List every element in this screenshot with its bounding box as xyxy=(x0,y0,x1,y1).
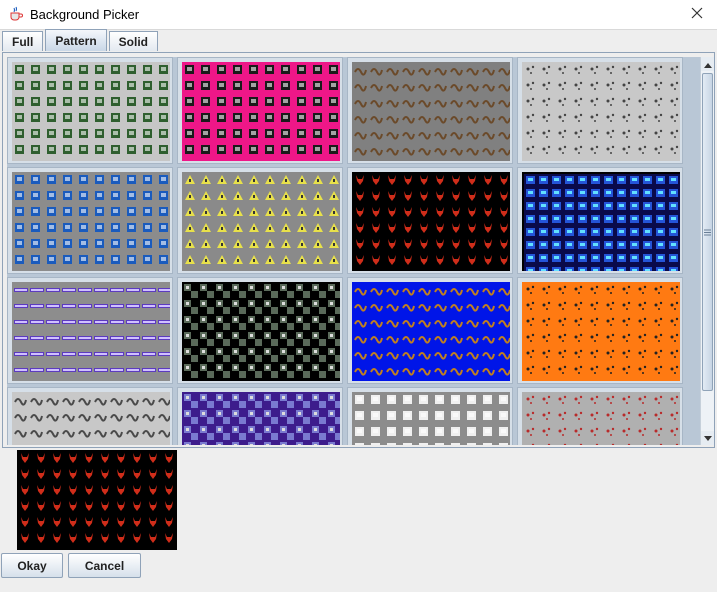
pattern-cell-green-check-tile[interactable] xyxy=(177,277,343,384)
pattern-swatch xyxy=(12,392,170,445)
cancel-button[interactable]: Cancel xyxy=(68,553,141,578)
pattern-swatch xyxy=(522,282,680,381)
pattern-swatch xyxy=(352,282,510,381)
vertical-scrollbar[interactable] xyxy=(700,57,714,445)
pattern-swatch xyxy=(12,282,170,381)
close-icon xyxy=(691,6,703,24)
title-bar: Background Picker xyxy=(0,0,717,30)
arrow-up-icon xyxy=(703,55,712,73)
pattern-cell-blue-square-tile[interactable] xyxy=(517,167,683,274)
pattern-swatch xyxy=(182,62,340,161)
pattern-swatch xyxy=(182,172,340,271)
okay-button[interactable]: Okay xyxy=(1,553,63,578)
tab-full[interactable]: Full xyxy=(2,31,44,51)
pattern-cell-yellow-triangle-tile[interactable] xyxy=(177,167,343,274)
pattern-cell-red-devil-tile[interactable] xyxy=(347,167,513,274)
pattern-cell-gray-dots-tile[interactable] xyxy=(517,57,683,164)
pattern-swatch xyxy=(12,62,170,161)
pattern-cell-blue-computer-tile[interactable] xyxy=(7,167,173,274)
preview-swatch xyxy=(17,450,177,550)
pattern-cell-purple-bar-tile[interactable] xyxy=(7,277,173,384)
pattern-cell-purple-weave-tile[interactable] xyxy=(177,387,343,445)
pattern-swatch xyxy=(352,172,510,271)
pattern-cell-magenta-mask-tile[interactable] xyxy=(177,57,343,164)
pattern-cell-red-dot-tile[interactable] xyxy=(517,387,683,445)
pattern-swatch xyxy=(182,392,340,445)
tab-solid[interactable]: Solid xyxy=(108,31,159,51)
window-title: Background Picker xyxy=(30,7,140,22)
scroll-up-button[interactable] xyxy=(701,57,714,71)
pattern-cell-green-box-tile[interactable] xyxy=(7,57,173,164)
pattern-swatch xyxy=(182,282,340,381)
pattern-scroll-area xyxy=(7,57,703,445)
pattern-swatch xyxy=(352,62,510,161)
pattern-swatch xyxy=(522,62,680,161)
arrow-down-icon xyxy=(703,429,712,447)
pattern-swatch xyxy=(12,172,170,271)
pattern-cell-orange-eye-tile[interactable] xyxy=(517,277,683,384)
pattern-swatch xyxy=(352,392,510,445)
pattern-panel xyxy=(2,52,715,448)
tab-pattern[interactable]: Pattern xyxy=(45,29,107,51)
pattern-cell-blue-bug-tile[interactable] xyxy=(347,277,513,384)
selected-pattern-preview xyxy=(17,450,177,550)
pattern-cell-gray-bird-tile[interactable] xyxy=(7,387,173,445)
pattern-cell-brown-critter-tile[interactable] xyxy=(347,57,513,164)
close-button[interactable] xyxy=(677,0,717,30)
scroll-down-button[interactable] xyxy=(701,431,714,445)
tab-strip: Full Pattern Solid xyxy=(2,29,160,53)
scrollbar-thumb[interactable] xyxy=(702,73,713,391)
java-cup-icon xyxy=(8,6,24,22)
pattern-swatch xyxy=(522,172,680,271)
pattern-swatch xyxy=(522,392,680,445)
pattern-cell-white-horse-tile[interactable] xyxy=(347,387,513,445)
